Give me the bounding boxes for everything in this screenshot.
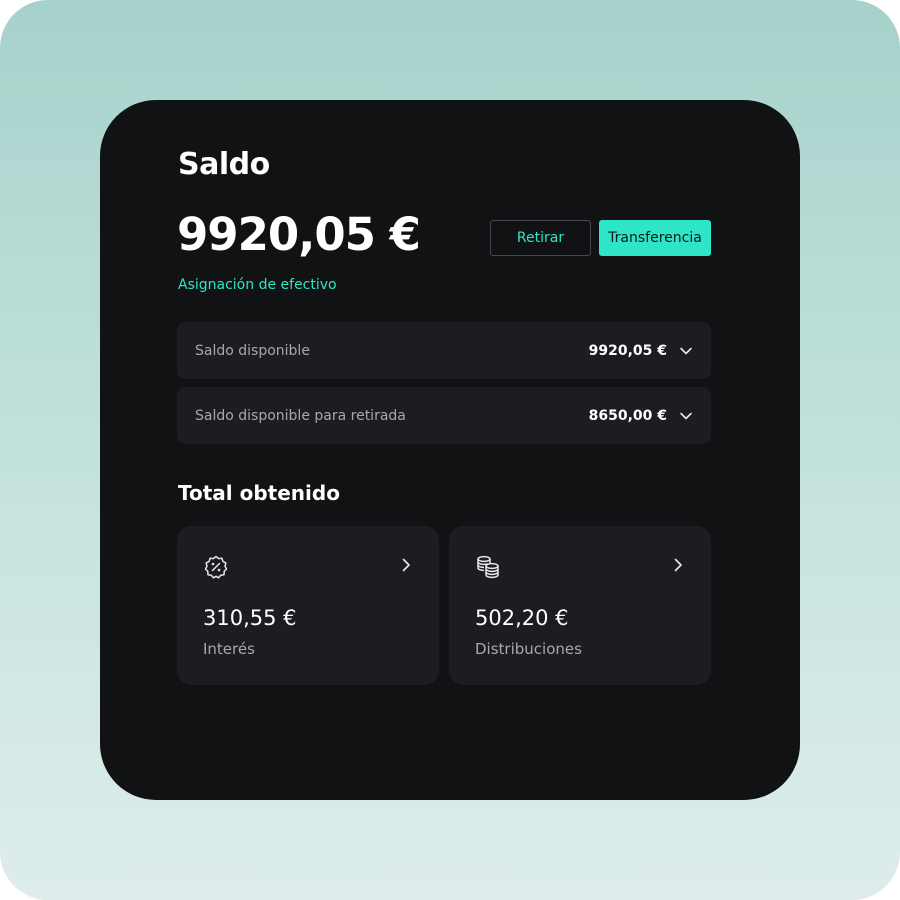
distributions-amount: 502,20 € — [475, 606, 569, 630]
interest-tile[interactable]: 310,55 € Interés — [177, 526, 439, 685]
cash-allocation-link[interactable]: Asignación de efectivo — [178, 277, 337, 293]
chevron-right-icon — [671, 557, 685, 573]
withdraw-button[interactable]: Retirar — [490, 220, 591, 256]
page-background: Saldo 9920,05 € Retirar Transferencia As… — [0, 0, 900, 900]
distributions-tile[interactable]: 502,20 € Distribuciones — [449, 526, 711, 685]
chevron-right-icon — [399, 557, 413, 573]
transfer-button[interactable]: Transferencia — [599, 220, 711, 256]
balance-amount: 9920,05 € — [177, 208, 421, 261]
page-title: Saldo — [178, 147, 270, 182]
withdrawable-balance-value: 8650,00 € — [588, 407, 667, 424]
balance-card: Saldo 9920,05 € Retirar Transferencia As… — [100, 100, 800, 800]
available-balance-label: Saldo disponible — [195, 342, 310, 359]
chevron-down-icon — [679, 344, 693, 358]
withdrawable-balance-row[interactable]: Saldo disponible para retirada 8650,00 € — [177, 387, 711, 444]
chevron-down-icon — [679, 409, 693, 423]
total-earned-title: Total obtenido — [178, 481, 340, 505]
interest-label: Interés — [203, 640, 255, 658]
available-balance-row[interactable]: Saldo disponible 9920,05 € — [177, 322, 711, 379]
percent-badge-icon — [203, 554, 229, 580]
coins-stack-icon — [475, 554, 501, 580]
withdrawable-balance-label: Saldo disponible para retirada — [195, 407, 406, 424]
distributions-label: Distribuciones — [475, 640, 582, 658]
available-balance-value: 9920,05 € — [588, 342, 667, 359]
interest-amount: 310,55 € — [203, 606, 297, 630]
